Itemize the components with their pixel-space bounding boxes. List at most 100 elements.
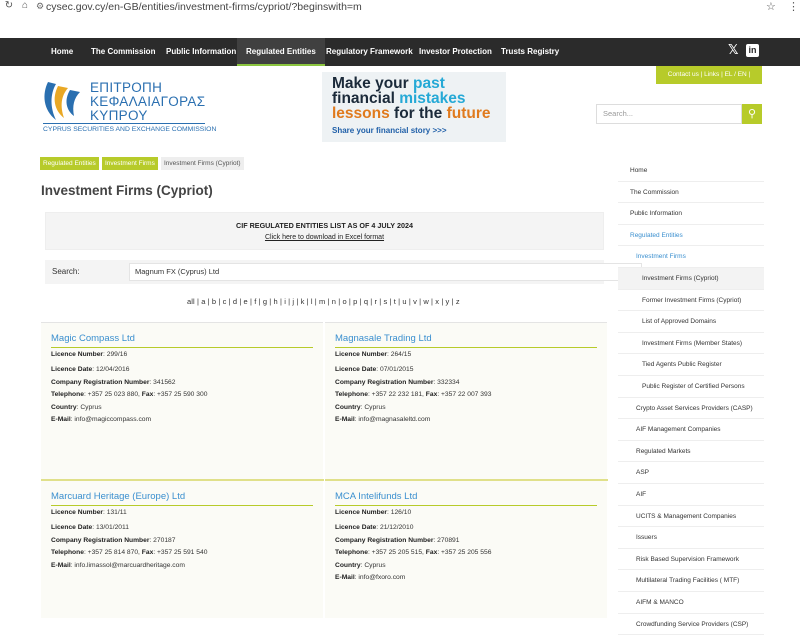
label: Licence Number [335,351,388,358]
label: Telephone [335,391,368,398]
firm-name[interactable]: MCA Intelifunds Ltd [335,491,417,502]
nav-trusts-registry[interactable]: Trusts Registry [492,38,568,66]
label: Fax [425,549,438,556]
nav-the-commission[interactable]: The Commission [82,38,164,66]
firm-name[interactable]: Marcuard Heritage (Europe) Ltd [51,491,185,502]
sidebar-item[interactable]: Regulated Markets [618,441,764,463]
bookmark-star-icon[interactable]: ☆ [766,0,776,13]
nav-regulated-entities[interactable]: Regulated Entities [237,38,325,66]
firm-name-underline [335,347,597,348]
label: Country [51,404,77,411]
label: Company Registration Number [51,379,150,386]
breadcrumb-current: Investment Firms (Cypriot) [161,157,244,170]
sidebar-item[interactable]: Former Investment Firms (Cypriot) [618,290,764,312]
company-reg-number: : 341562 [149,379,176,386]
search-icon[interactable]: ⚲ [742,104,762,124]
sidebar-item[interactable]: Issuers [618,527,764,549]
firm-card: Magic Compass Ltd Licence Number: 299/16… [41,322,323,480]
menu-icon[interactable]: ⋮ [788,0,799,13]
label: Licence Date [51,524,93,531]
sidebar-item[interactable]: Public Register of Certified Persons [618,376,764,398]
firm-search-box: Search: Magnum FX (Cyprus) Ltd [45,260,642,284]
site-search-input[interactable]: Search... [596,104,742,124]
label: Telephone [335,549,368,556]
telephone: : +357 25 205 515, [367,549,426,556]
email[interactable]: : info@magiccompass.com [71,416,151,423]
fax: : +357 25 590 300 [153,391,208,398]
logo-text-english: CYPRUS SECURITIES AND EXCHANGE COMMISSIO… [43,126,217,133]
telephone: : +357 22 232 181, [367,391,426,398]
banner-text: future [446,105,491,122]
email[interactable]: : info@magnasaleltd.com [355,416,431,423]
sidebar-item[interactable]: Public Information [618,203,764,225]
nav-investor-protection[interactable]: Investor Protection [410,38,501,66]
licence-number: : 126/10 [387,509,412,516]
home-icon[interactable]: ⌂ [18,0,32,11]
country: : Cyprus [76,404,102,411]
sidebar-item[interactable]: Investment Firms (Cypriot) [618,268,764,290]
firm-name[interactable]: Magnasale Trading Ltd [335,333,432,344]
licence-date: : 13/01/2011 [92,524,129,531]
sidebar-item[interactable]: List of Approved Domains [618,311,764,333]
label: Country [335,562,361,569]
sidebar-item[interactable]: Crypto Asset Services Providers (CASP) [618,398,764,420]
browser-bar: ↻ ⌂ ⚙ cysec.gov.cy/en-GB/entities/invest… [0,0,800,14]
sidebar-item[interactable]: Crowdfunding Service Providers (CSP) [618,614,764,635]
firm-name[interactable]: Magic Compass Ltd [51,333,135,344]
alphabet-filter[interactable]: all | a | b | c | d | e | f | g | h | i … [187,297,460,306]
sidebar-item[interactable]: Tied Agents Public Register [618,354,764,376]
linkedin-icon[interactable]: in [746,44,759,57]
regulated-list-notice: CIF REGULATED ENTITIES LIST AS OF 4 JULY… [45,212,604,250]
label: Company Registration Number [51,537,150,544]
company-reg-number: : 270891 [433,537,460,544]
campaign-banner[interactable]: Make your past financial mistakes lesson… [322,72,506,142]
nav-public-information[interactable]: Public Information [157,38,245,66]
sidebar-item[interactable]: AIF Management Companies [618,419,764,441]
label: Fax [141,391,154,398]
x-twitter-icon[interactable]: 𝕏 [728,42,738,58]
nav-home[interactable]: Home [42,38,82,66]
company-reg-number: : 332334 [433,379,460,386]
sidebar-item[interactable]: AIFM & MANCO [618,592,764,614]
nav-regulatory-framework[interactable]: Regulatory Framework [317,38,422,66]
label: Licence Number [51,509,104,516]
refresh-icon[interactable]: ↻ [2,0,16,11]
sidebar-item[interactable]: Regulated Entities [618,225,764,247]
licence-number: : 299/16 [103,351,128,358]
address-bar[interactable]: cysec.gov.cy/en-GB/entities/investment-f… [46,1,362,13]
breadcrumb-investment-firms[interactable]: Investment Firms [102,157,158,170]
breadcrumb-regulated-entities[interactable]: Regulated Entities [40,157,99,170]
firm-search-input[interactable]: Magnum FX (Cyprus) Ltd [129,263,642,281]
label: Country [335,404,361,411]
telephone: : +357 25 023 880, [83,391,142,398]
sidebar-item[interactable]: UCITS & Management Companies [618,506,764,528]
label: Telephone [51,391,84,398]
sidebar-item[interactable]: Risk Based Supervision Framework [618,549,764,571]
contact-links-bar[interactable]: Contact us | Links | EL / EN | [656,66,762,84]
logo-text-line3: ΚΥΠΡΟΥ [90,108,148,123]
email[interactable]: : info@fxoro.com [355,574,406,581]
sidebar-item[interactable]: Investment Firms (Member States) [618,333,764,355]
country: : Cyprus [360,404,386,411]
download-excel-link[interactable]: Click here to download in Excel format [46,234,603,241]
label: Company Registration Number [335,379,434,386]
site-info-icon[interactable]: ⚙ [36,1,44,12]
sidebar-item[interactable]: Multilateral Trading Facilities ( MTF) [618,570,764,592]
licence-date: : 07/01/2015 [376,366,414,373]
telephone: : +357 25 814 870, [83,549,142,556]
sidebar-item[interactable]: Home [618,160,764,182]
logo-mark-icon [44,82,80,120]
sidebar-item[interactable]: ASP [618,462,764,484]
label: E-Mail [51,416,71,423]
sidebar-item[interactable]: Investment Firms [618,246,764,268]
email[interactable]: : info.limassol@marcuardheritage.com [71,562,185,569]
sidebar-item[interactable]: AIF [618,484,764,506]
label: E-Mail [51,562,71,569]
banner-cta[interactable]: Share your financial story >>> [332,126,496,135]
label: Licence Number [335,509,388,516]
sidebar-item[interactable]: The Commission [618,182,764,204]
fax: : +357 25 591 540 [153,549,208,556]
label: Licence Number [51,351,104,358]
page-title: Investment Firms (Cypriot) [41,183,213,198]
label: Licence Date [335,524,377,531]
